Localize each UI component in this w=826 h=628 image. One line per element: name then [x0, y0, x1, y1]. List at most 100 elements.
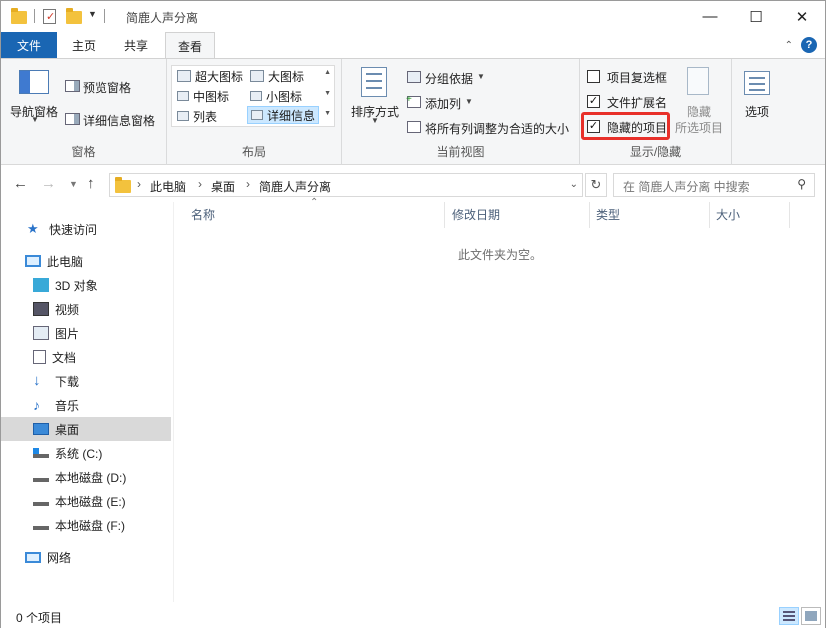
nav-3d-objects[interactable]: 3D 对象: [1, 273, 171, 297]
refresh-button[interactable]: ↻: [585, 173, 607, 197]
computer-icon: [25, 255, 41, 267]
group-current-view: 排序方式 ▼ 分组依据 ▼ + 添加列 ▼ 将所有列调整为合适的大小 当前视图: [342, 59, 580, 165]
chevron-right-icon[interactable]: ›: [198, 177, 202, 191]
medium-icons-icon: [177, 91, 189, 101]
small-icons-icon: [250, 91, 262, 101]
status-bar: 0 个项目: [1, 604, 825, 628]
group-label-current-view: 当前视图: [436, 145, 485, 159]
search-input[interactable]: 在 简鹿人声分离 中搜索: [623, 178, 750, 195]
chevron-down-icon[interactable]: ⌄: [570, 179, 578, 190]
customize-toolbar-icon[interactable]: ▼: [88, 9, 97, 19]
folder-icon: [115, 177, 131, 193]
nav-drive-f[interactable]: 本地磁盘 (F:): [1, 513, 171, 537]
drive-icon: [33, 497, 49, 506]
column-header-date[interactable]: 修改日期: [452, 206, 500, 223]
hidden-items-highlight: [581, 112, 670, 140]
nav-network[interactable]: 网络: [1, 545, 171, 569]
image-icon: [33, 326, 49, 340]
add-column-icon: +: [406, 94, 421, 108]
breadcrumb-this-pc[interactable]: 此电脑: [150, 178, 186, 195]
new-folder-icon[interactable]: [66, 8, 82, 24]
breadcrumb-desktop[interactable]: 桌面: [211, 178, 235, 195]
ribbon: 导航窗格 ▼ 预览窗格 详细信息窗格 窗格 布局 超大图标 大图标 中图标 小图…: [1, 58, 825, 165]
large-icons-icon: [250, 70, 264, 82]
forward-button[interactable]: →: [41, 175, 56, 192]
nav-pane-icon: [19, 70, 49, 94]
chevron-right-icon[interactable]: ›: [137, 177, 141, 191]
back-button[interactable]: ←: [13, 175, 28, 192]
large-icons-view-button[interactable]: [801, 607, 821, 625]
download-icon: ↓: [33, 372, 41, 389]
nav-drive-d[interactable]: 本地磁盘 (D:): [1, 465, 171, 489]
tab-home[interactable]: 主页: [61, 32, 107, 58]
group-label-layout: 布局: [241, 145, 266, 159]
options-icon: [744, 71, 770, 95]
item-count: 0 个项目: [16, 611, 63, 625]
nav-drive-c[interactable]: 系统 (C:): [1, 441, 171, 465]
cube-icon: [33, 278, 49, 292]
breadcrumb-current[interactable]: 简鹿人声分离: [259, 178, 331, 195]
hide-selected-icon: [687, 67, 709, 95]
pane-splitter[interactable]: [173, 202, 174, 602]
sort-ascending-icon: ⌃: [310, 197, 319, 208]
properties-icon[interactable]: ✓: [43, 9, 56, 24]
empty-folder-message: 此文件夹为空。: [458, 248, 543, 262]
column-header-size[interactable]: 大小: [716, 206, 740, 223]
column-header-name[interactable]: 名称: [191, 206, 215, 223]
title-bar: ✓ ▼ 简鹿人声分离 — ☐ ✕: [1, 1, 825, 32]
layout-extra-large-icons[interactable]: 超大图标: [174, 67, 246, 85]
search-icon[interactable]: ⚲: [797, 177, 806, 191]
maximize-button[interactable]: ☐: [733, 1, 779, 32]
tab-view[interactable]: 查看: [165, 32, 215, 59]
chevron-down-icon: ▼: [477, 72, 485, 81]
recent-locations-icon[interactable]: ▼: [69, 179, 78, 189]
chevron-down-icon: ▼: [371, 116, 379, 125]
nav-drive-e[interactable]: 本地磁盘 (E:): [1, 489, 171, 513]
close-button[interactable]: ✕: [779, 1, 825, 32]
search-box[interactable]: 在 简鹿人声分离 中搜索 ⚲: [613, 173, 815, 197]
layout-large-icons[interactable]: 大图标: [247, 67, 307, 85]
nav-music[interactable]: ♪ 音乐: [1, 393, 171, 417]
layout-small-icons[interactable]: 小图标: [247, 87, 305, 105]
nav-videos[interactable]: 视频: [1, 297, 171, 321]
tab-file[interactable]: 文件: [1, 32, 57, 58]
nav-this-pc[interactable]: 此电脑: [1, 249, 171, 273]
folder-icon: [11, 8, 27, 24]
desktop-icon: [33, 423, 49, 435]
document-icon: [33, 350, 46, 364]
minimize-button[interactable]: —: [687, 1, 733, 32]
help-icon[interactable]: ?: [801, 37, 817, 53]
file-extensions-checkbox[interactable]: ✓: [587, 95, 600, 108]
nav-pictures[interactable]: 图片: [1, 321, 171, 345]
explorer-window: ✓ ▼ 简鹿人声分离 — ☐ ✕ 文件 主页 共享 查看 ⌃ ? 导航窗格 ▼: [0, 0, 826, 628]
nav-quick-access[interactable]: ★ 快速访问: [1, 217, 171, 241]
nav-documents[interactable]: 文档: [1, 345, 171, 369]
nav-downloads[interactable]: ↓ 下载: [1, 369, 171, 393]
details-icon: [251, 110, 263, 120]
tab-share[interactable]: 共享: [111, 32, 161, 58]
nav-desktop[interactable]: 桌面: [1, 417, 171, 441]
drive-icon: [33, 473, 49, 482]
star-icon: ★: [27, 221, 39, 236]
item-checkboxes-checkbox[interactable]: [587, 70, 600, 83]
gallery-expand-icon[interactable]: ▼: [324, 110, 331, 117]
layout-medium-icons[interactable]: 中图标: [174, 87, 232, 105]
address-bar[interactable]: › 此电脑 › 桌面 › 简鹿人声分离 ⌄: [109, 173, 583, 197]
group-label-show-hide: 显示/隐藏: [629, 145, 682, 159]
group-by-icon: [407, 71, 421, 83]
gallery-scroll-down-icon[interactable]: ▼: [324, 90, 331, 97]
up-button[interactable]: ↑: [87, 175, 95, 192]
system-drive-icon: [33, 448, 49, 458]
details-view-button[interactable]: [779, 607, 799, 625]
sort-icon: [361, 67, 387, 97]
chevron-right-icon[interactable]: ›: [246, 177, 250, 191]
layout-details[interactable]: 详细信息: [247, 106, 320, 124]
expand-ribbon-icon[interactable]: ⌃: [785, 40, 793, 51]
chevron-down-icon: ▼: [31, 115, 39, 124]
gallery-scroll-up-icon[interactable]: ▲: [324, 69, 331, 76]
details-pane-icon: [65, 113, 80, 125]
group-panes: 导航窗格 ▼ 预览窗格 详细信息窗格 窗格: [1, 59, 167, 165]
layout-list[interactable]: 列表: [174, 107, 220, 125]
column-header-type[interactable]: 类型: [596, 206, 620, 223]
preview-pane-icon: [65, 80, 80, 92]
